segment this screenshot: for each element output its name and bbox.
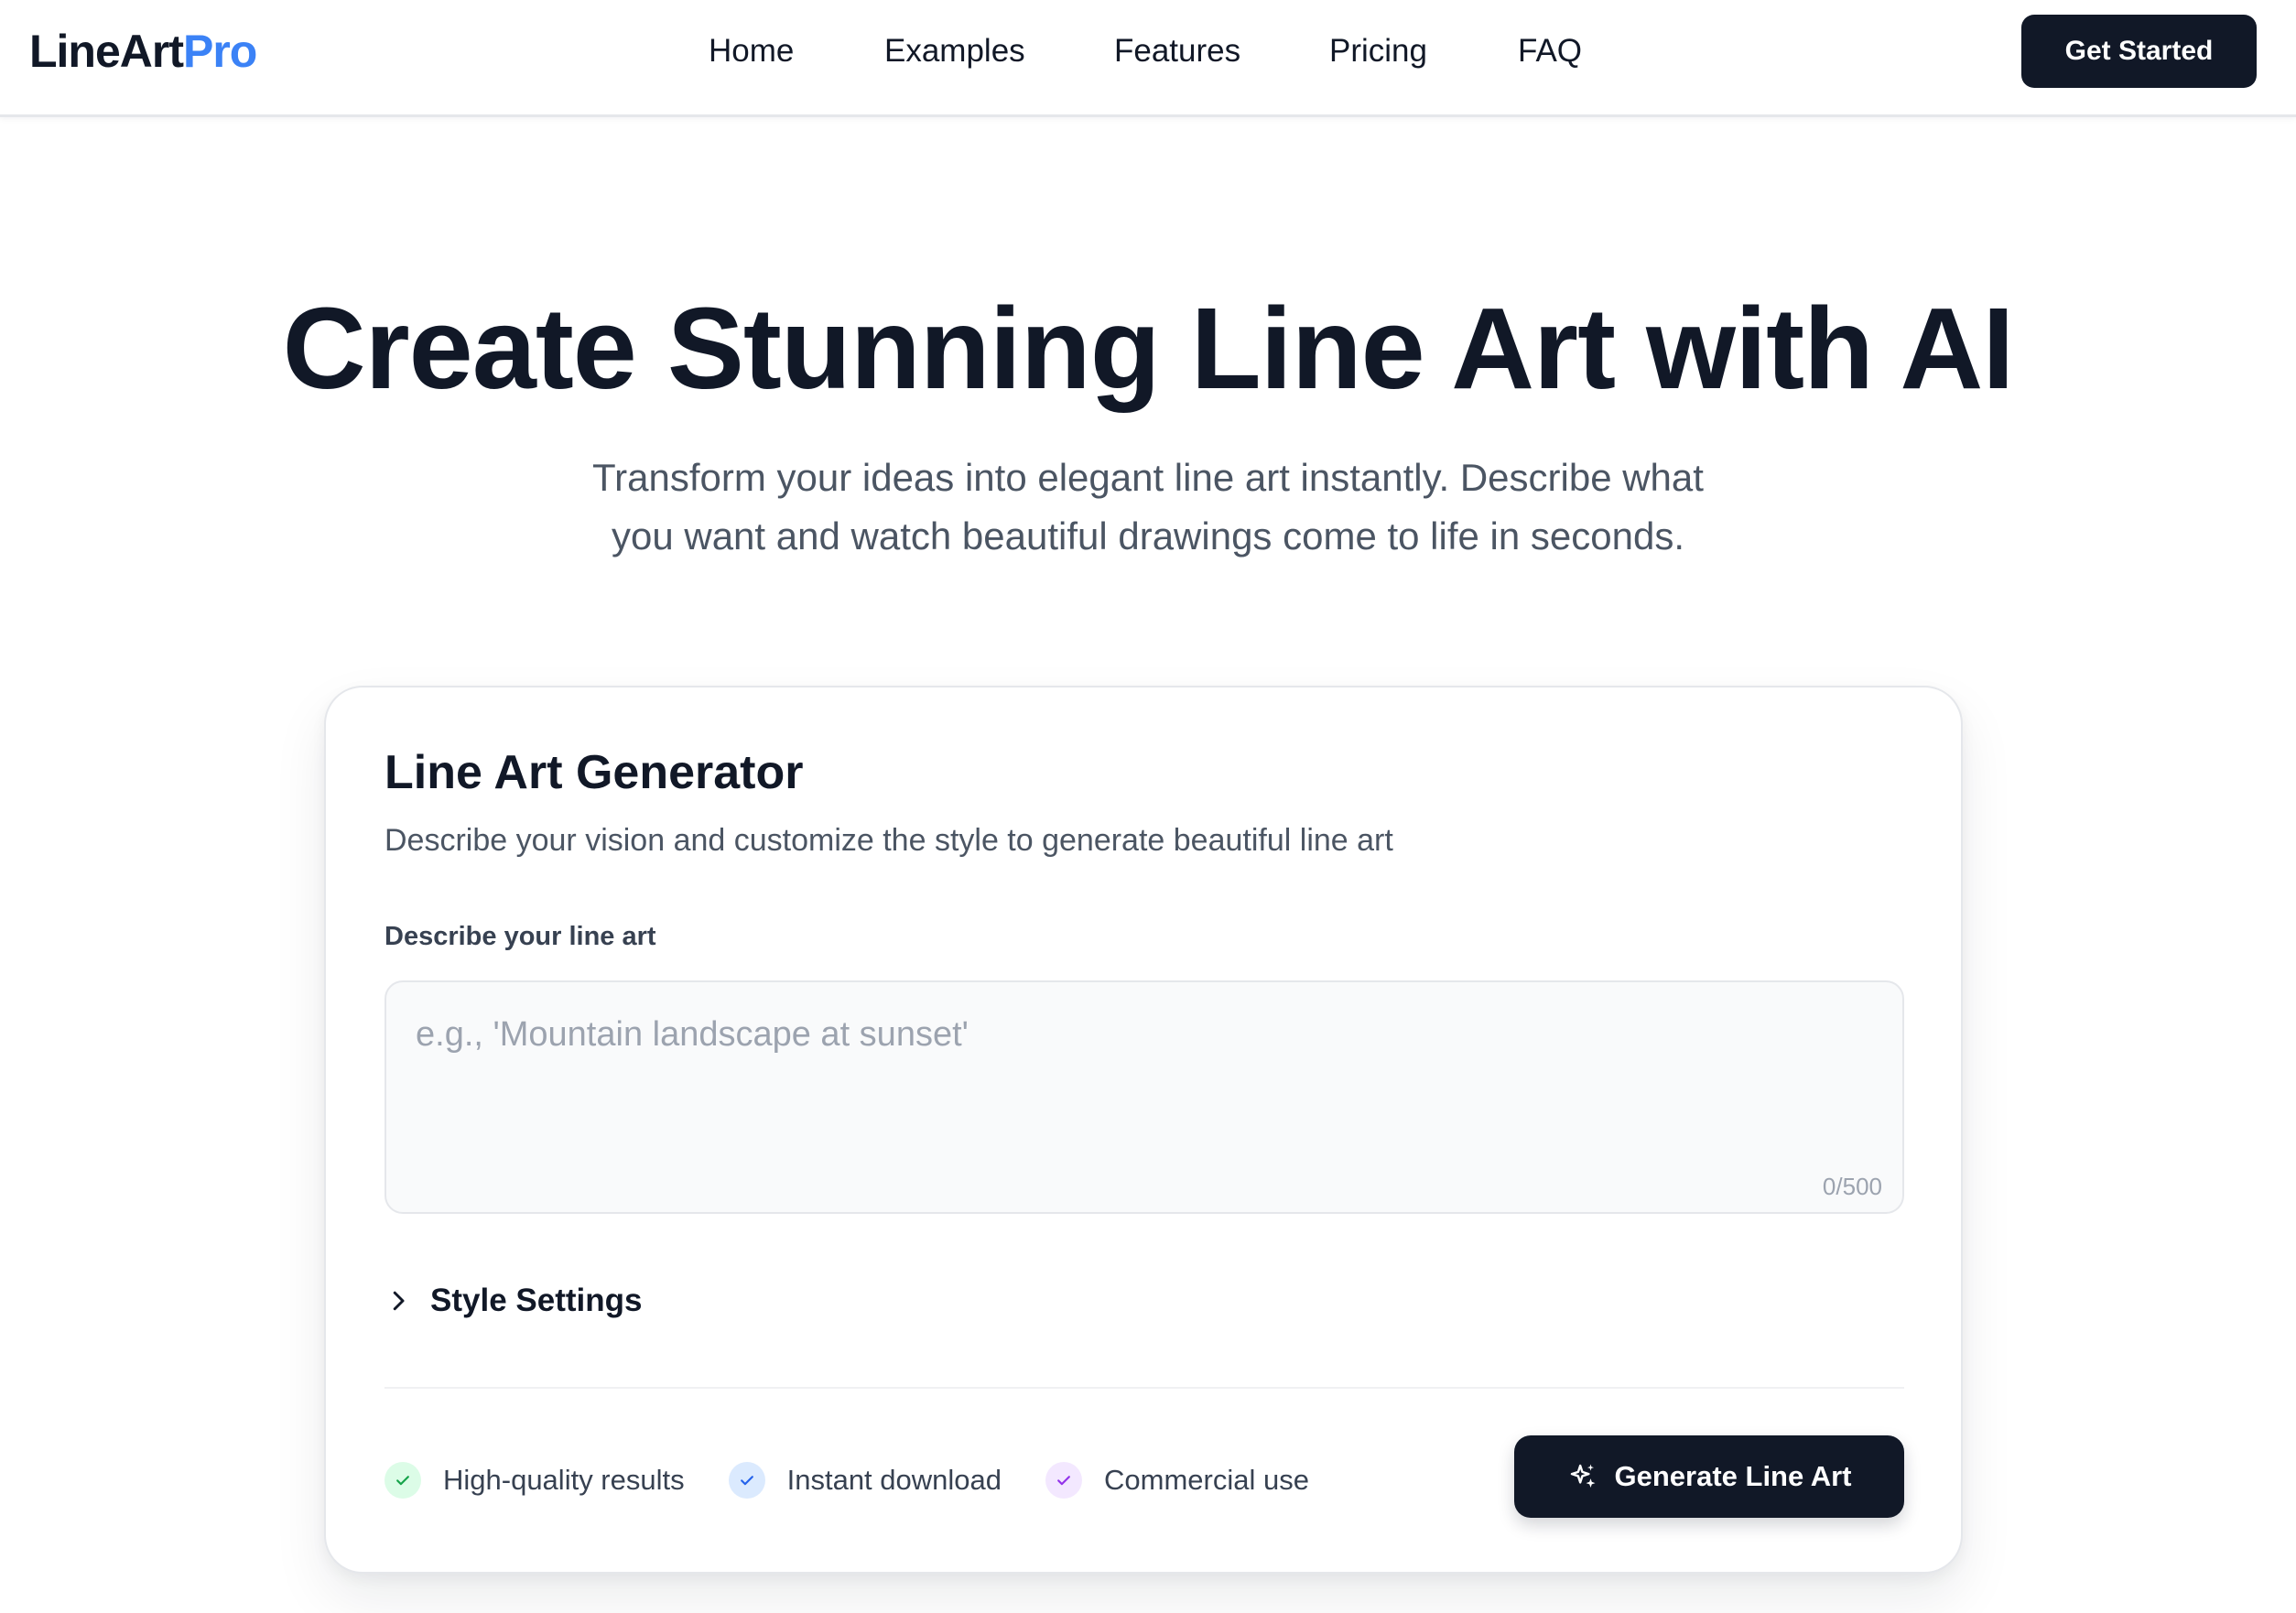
check-icon (1045, 1462, 1083, 1499)
sparkles-icon (1570, 1464, 1595, 1489)
main-nav: Home Examples Features Pricing FAQ (0, 0, 2296, 103)
feature-label: Commercial use (1104, 1464, 1309, 1496)
hero-subtitle-line-2: you want and watch beautiful drawings co… (611, 514, 1684, 558)
nav-home[interactable]: Home (709, 27, 794, 75)
nav-faq[interactable]: FAQ (1518, 27, 1582, 75)
check-icon (728, 1462, 765, 1499)
prompt-input[interactable] (386, 982, 1902, 1212)
hero-subtitle-line-1: Transform your ideas into elegant line a… (592, 456, 1704, 499)
check-icon (384, 1462, 421, 1499)
style-settings-label: Style Settings (430, 1283, 643, 1318)
nav-examples[interactable]: Examples (884, 27, 1025, 75)
feature-label: Instant download (786, 1464, 1002, 1496)
generator-card: Line Art Generator Describe your vision … (324, 686, 1963, 1574)
top-navbar: LineArtPro Home Examples Features Pricin… (0, 0, 2296, 117)
feature-instant-download: Instant download (728, 1462, 1002, 1499)
nav-pricing[interactable]: Pricing (1329, 27, 1427, 75)
feature-high-quality: High-quality results (384, 1462, 685, 1499)
chevron-right-icon (393, 1291, 405, 1311)
generator-title: Line Art Generator (384, 746, 804, 799)
hero-title: Create Stunning Line Art with AI (282, 284, 2015, 413)
style-settings-toggle[interactable]: Style Settings (384, 1273, 642, 1328)
nav-features[interactable]: Features (1114, 27, 1240, 75)
feature-label: High-quality results (443, 1464, 685, 1496)
char-count: 0/500 (1822, 1173, 1882, 1200)
feature-commercial-use: Commercial use (1045, 1462, 1309, 1499)
hero-subtitle: Transform your ideas into elegant line a… (507, 449, 1789, 566)
get-started-button[interactable]: Get Started (2021, 15, 2257, 88)
generate-button-label: Generate Line Art (1614, 1460, 1852, 1492)
feature-list: High-quality results Instant download Co… (384, 1455, 1353, 1506)
divider (384, 1387, 1904, 1389)
generator-subtitle: Describe your vision and customize the s… (384, 823, 1393, 858)
prompt-field: 0/500 (384, 980, 1904, 1214)
generate-line-art-button[interactable]: Generate Line Art (1514, 1435, 1904, 1518)
prompt-label: Describe your line art (384, 922, 656, 951)
